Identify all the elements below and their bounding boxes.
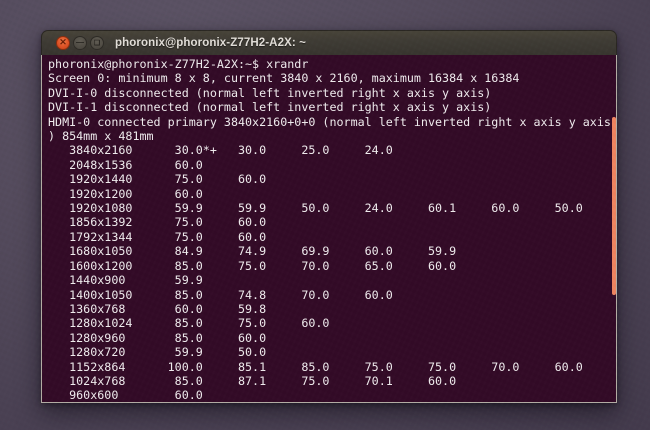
- scrollbar-thumb[interactable]: [612, 117, 616, 295]
- minimize-button[interactable]: —: [73, 36, 87, 50]
- titlebar[interactable]: ✕ — ❑ phoronix@phoronix-Z77H2-A2X: ~: [41, 30, 617, 55]
- window-title: phoronix@phoronix-Z77H2-A2X: ~: [115, 37, 306, 49]
- terminal-output: phoronix@phoronix-Z77H2-A2X:~$ xrandr Sc…: [48, 57, 611, 403]
- desktop-background: ✕ — ❑ phoronix@phoronix-Z77H2-A2X: ~ pho…: [0, 0, 650, 430]
- close-icon: ✕: [59, 37, 67, 47]
- maximize-button[interactable]: ❑: [90, 36, 104, 50]
- maximize-icon: ❑: [93, 39, 101, 47]
- close-button[interactable]: ✕: [56, 36, 70, 50]
- terminal-content[interactable]: phoronix@phoronix-Z77H2-A2X:~$ xrandr Sc…: [41, 55, 617, 403]
- window-controls: ✕ — ❑: [56, 36, 104, 50]
- minimize-icon: —: [76, 37, 84, 47]
- terminal-window: ✕ — ❑ phoronix@phoronix-Z77H2-A2X: ~ pho…: [41, 30, 617, 403]
